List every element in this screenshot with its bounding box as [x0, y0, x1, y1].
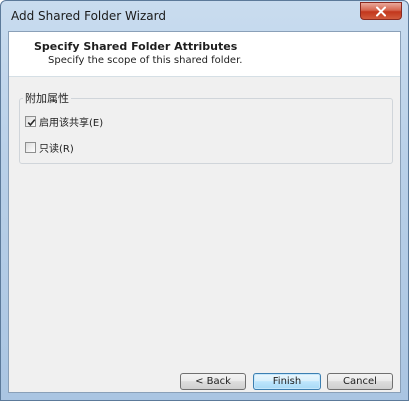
finish-button[interactable]: Finish: [253, 373, 321, 390]
close-icon: [376, 6, 386, 17]
title-bar[interactable]: Add Shared Folder Wizard: [1, 1, 408, 31]
checkbox-box[interactable]: [25, 115, 36, 127]
enable-share-checkbox[interactable]: 启用该共享(E): [25, 114, 104, 129]
enable-share-label: 启用该共享(E): [39, 117, 104, 129]
groupbox-label: 附加属性: [23, 90, 71, 106]
wizard-header: Specify Shared Folder Attributes Specify…: [9, 32, 400, 77]
checkbox-box[interactable]: [25, 141, 36, 153]
read-only-checkbox[interactable]: 只读(R): [25, 140, 74, 155]
page-subtitle: Specify the scope of this shared folder.: [48, 55, 243, 66]
back-button[interactable]: < Back: [180, 373, 246, 390]
page-title: Specify Shared Folder Attributes: [34, 40, 238, 53]
wizard-window: Add Shared Folder Wizard Specify Shared …: [0, 0, 409, 401]
cancel-button[interactable]: Cancel: [327, 373, 393, 390]
wizard-client-area: Specify Shared Folder Attributes Specify…: [8, 31, 401, 393]
window-title: Add Shared Folder Wizard: [11, 9, 166, 23]
attributes-groupbox: [19, 98, 393, 164]
read-only-label: 只读(R): [39, 143, 74, 155]
close-button[interactable]: [360, 2, 402, 20]
checkmark-icon: [27, 118, 36, 126]
